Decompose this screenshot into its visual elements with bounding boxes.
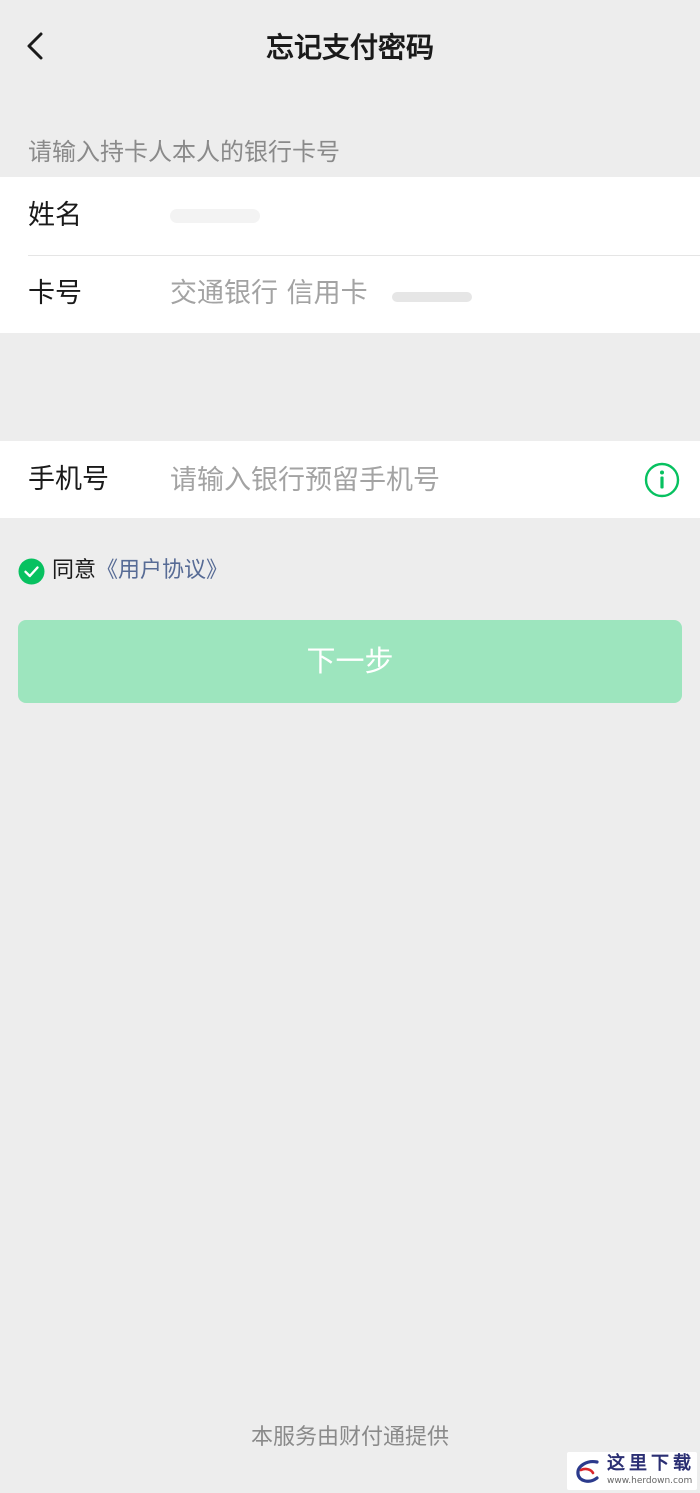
section-hint: 请输入持卡人本人的银行卡号	[28, 138, 340, 166]
phone-input[interactable]	[170, 455, 620, 505]
site-watermark: 这里下载 www.herdown.com	[567, 1452, 697, 1490]
page-title: 忘记支付密码	[265, 31, 434, 64]
name-label: 姓名	[28, 200, 82, 231]
card-info-group: 姓名 卡号 交通银行 信用卡	[0, 177, 700, 333]
name-value-redacted	[170, 209, 260, 223]
card-number-label: 卡号	[28, 278, 82, 309]
watermark-title: 这里下载	[607, 1453, 695, 1474]
phone-row: 手机号	[0, 441, 700, 519]
watermark-logo-icon	[576, 1460, 599, 1483]
card-number-row[interactable]: 卡号 交通银行 信用卡	[0, 255, 700, 333]
service-provider-footer: 本服务由财付通提供	[250, 1425, 449, 1450]
agreement-row: 同意 《用户协议》	[18, 555, 228, 587]
agreement-checkbox[interactable]	[18, 558, 45, 585]
phone-label: 手机号	[28, 464, 109, 495]
navigation-bar: 忘记支付密码	[0, 0, 700, 96]
card-number-redacted	[392, 292, 472, 302]
name-row: 姓名	[0, 177, 700, 256]
info-button[interactable]	[644, 462, 680, 498]
info-circle-icon	[644, 462, 680, 498]
watermark-url: www.herdown.com	[607, 1476, 693, 1486]
check-circle-icon	[18, 558, 45, 584]
phone-group: 手机号	[0, 441, 700, 518]
user-agreement-link[interactable]: 《用户协议》	[96, 555, 228, 587]
agreement-prefix: 同意	[52, 558, 97, 583]
next-step-button[interactable]: 下一步	[18, 620, 682, 703]
